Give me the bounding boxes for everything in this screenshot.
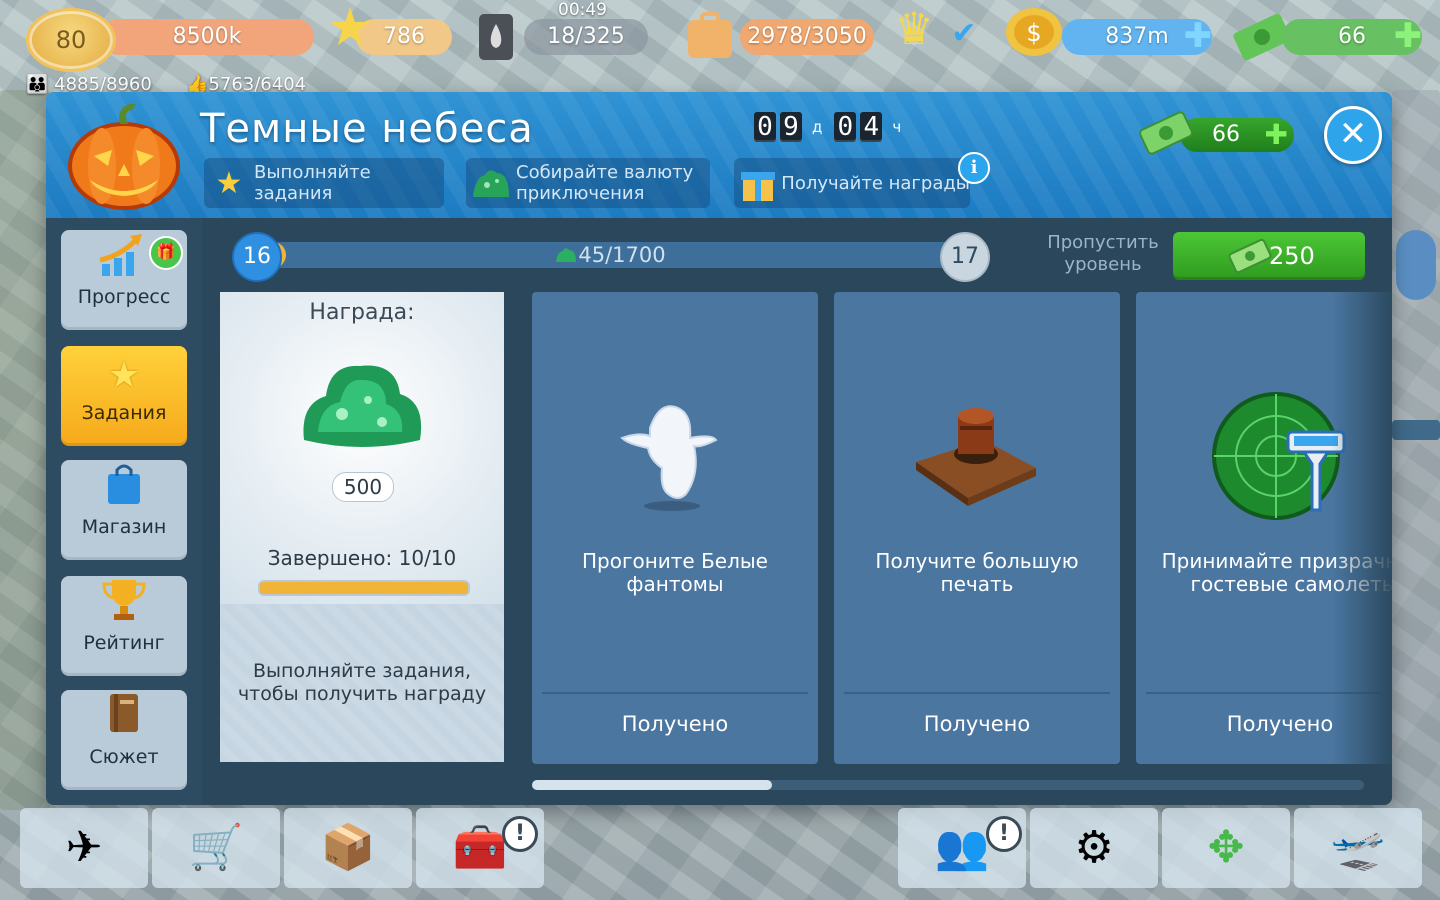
green-slime-icon xyxy=(554,244,578,270)
crown-icon: ♛ xyxy=(894,4,934,55)
bottom-toolbar: ✈ 🛒 📦 🧰 ! 👥 ! ⚙ ✥ 🛫 xyxy=(16,792,1424,900)
gift-icon xyxy=(734,163,781,204)
current-level-badge: 16 xyxy=(232,232,282,282)
shopping-cart-icon: 🛒 xyxy=(188,822,244,873)
globe-plane-icon: ✈ xyxy=(65,822,103,873)
cargo-icon xyxy=(680,8,740,64)
task-card[interactable]: Принимайте призрачные гостевые самолеты … xyxy=(1136,292,1392,764)
task-status: Получено xyxy=(621,712,729,736)
radar-tower-icon xyxy=(1212,392,1346,528)
settings-button[interactable]: ⚙ xyxy=(1030,808,1158,888)
move-arrows-icon: ✥ xyxy=(1207,822,1245,873)
treasure-chest-icon: 🧰 xyxy=(452,822,508,873)
xp-bar: 8500k xyxy=(100,19,314,55)
skip-level-button[interactable]: 250 xyxy=(1173,232,1365,280)
reward-completed: Завершено: 10/10 xyxy=(267,546,457,570)
hangar-button[interactable]: 🛫 xyxy=(1294,808,1422,888)
alert-icon: ! xyxy=(502,816,538,852)
star-icon: ★ xyxy=(215,165,243,201)
crate-icon: 📦 xyxy=(320,822,376,873)
scrollbar-thumb[interactable] xyxy=(532,780,772,790)
dialog-cash-counter[interactable]: 66 ✚ xyxy=(1139,111,1296,155)
sidebar: Прогресс 🎁 ★ Задания Магазин Рейтинг Сюж… xyxy=(46,218,202,805)
add-coins-icon[interactable]: ✚ xyxy=(1180,14,1216,58)
reward-card: Награда: 500 Завершено: 10/10 Выполняйте… xyxy=(220,292,504,762)
cash-icon xyxy=(1139,111,1193,155)
step-collect-currency: Собирайте валюту приключения xyxy=(466,158,710,208)
event-title: Темные небеса xyxy=(200,106,534,152)
task-name: Получите большую печать xyxy=(875,549,1079,596)
move-button[interactable]: ✥ xyxy=(1162,808,1290,888)
cash-icon xyxy=(1228,238,1272,274)
level-progress-bar: 45/1700 xyxy=(260,242,960,268)
next-level-badge: 17 xyxy=(940,232,990,282)
event-timer: 0 9 д 0 4 ч xyxy=(754,112,909,142)
add-cash-icon[interactable]: ✚ xyxy=(1390,14,1426,58)
timer-digit: 9 xyxy=(780,112,802,142)
timer-digit: 4 xyxy=(860,112,883,142)
cargo-counter[interactable]: 2978/3050 xyxy=(740,19,874,55)
fuel-barrel-icon xyxy=(468,8,524,64)
sidebar-item-story[interactable]: Сюжет xyxy=(61,690,187,790)
player-level-badge[interactable]: 80 xyxy=(26,8,116,72)
book-icon xyxy=(61,690,187,746)
level-progress-label: 45/1700 xyxy=(260,242,960,270)
sidebar-item-rating[interactable]: Рейтинг xyxy=(61,576,187,676)
checkmark-icon: ✔ xyxy=(951,16,977,51)
task-status: Получено xyxy=(923,712,1031,736)
hangar-icon: 🛫 xyxy=(1330,822,1386,873)
star-icon: ★ xyxy=(107,355,141,396)
reward-hint: Выполняйте задания, чтобы получить награ… xyxy=(237,660,487,705)
stamp-icon xyxy=(910,404,1040,512)
tasks-content: 16 45/1700 17 Пропустить уровень 250 Наг… xyxy=(202,218,1392,805)
skip-level-label: Пропустить уровень xyxy=(1047,232,1159,275)
close-icon: ✕ xyxy=(1338,114,1368,154)
step-complete-tasks: ★ Выполняйте задания xyxy=(204,158,444,208)
reward-title: Награда: xyxy=(309,300,415,325)
green-slime-icon xyxy=(296,344,428,456)
event-dialog: Темные небеса 0 9 д 0 4 ч ★ Выполняйте з… xyxy=(46,92,1392,805)
staff-icon: 👥 xyxy=(934,822,990,873)
info-icon[interactable]: i xyxy=(958,152,990,184)
shopping-bag-icon xyxy=(61,460,187,516)
task-card[interactable]: Получите большую печать Получено xyxy=(834,292,1120,764)
sidebar-item-tasks[interactable]: ★ Задания xyxy=(61,346,187,446)
gear-icon: ⚙ xyxy=(1074,822,1114,873)
shop-button[interactable]: 🛒 xyxy=(152,808,280,888)
svg-text:$: $ xyxy=(1026,19,1041,47)
add-cash-icon[interactable]: ✚ xyxy=(1265,121,1288,149)
trophy-icon xyxy=(61,576,187,632)
reward-progress-bar xyxy=(258,580,470,596)
fade-overlay xyxy=(1332,292,1392,764)
timer-digit: 0 xyxy=(834,112,857,142)
ghost-icon xyxy=(620,398,720,518)
close-button[interactable]: ✕ xyxy=(1324,106,1382,164)
sidebar-item-shop[interactable]: Магазин xyxy=(61,460,187,560)
coins-icon: $ xyxy=(990,2,1070,72)
fuel-timer: 00:49 xyxy=(558,0,607,20)
top-hud: 8500k 80 786 ★ 00:49 18/325 2978/3050 ♛ … xyxy=(0,0,1440,95)
task-name: Прогоните Белые фантомы xyxy=(581,549,768,596)
timer-unit: д xyxy=(812,118,823,136)
divider xyxy=(844,692,1110,694)
alert-icon: ! xyxy=(986,816,1022,852)
timer-digit: 0 xyxy=(754,112,776,142)
reward-amount: 500 xyxy=(332,472,394,502)
task-card[interactable]: Прогоните Белые фантомы Получено xyxy=(532,292,818,764)
timer-unit: ч xyxy=(892,118,902,136)
cards-scrollbar[interactable] xyxy=(532,780,1364,790)
star-icon: ★ xyxy=(326,0,374,58)
pumpkin-icon xyxy=(66,98,182,210)
fuel-counter[interactable]: 18/325 xyxy=(524,19,648,55)
gift-icon: 🎁 xyxy=(149,236,183,270)
divider xyxy=(542,692,808,694)
green-slime-icon xyxy=(466,165,516,202)
flights-button[interactable]: ✈ xyxy=(20,808,148,888)
storage-button[interactable]: 📦 xyxy=(284,808,412,888)
step-get-rewards: Получайте награды xyxy=(734,158,970,208)
sidebar-item-progress[interactable]: Прогресс 🎁 xyxy=(61,230,187,330)
